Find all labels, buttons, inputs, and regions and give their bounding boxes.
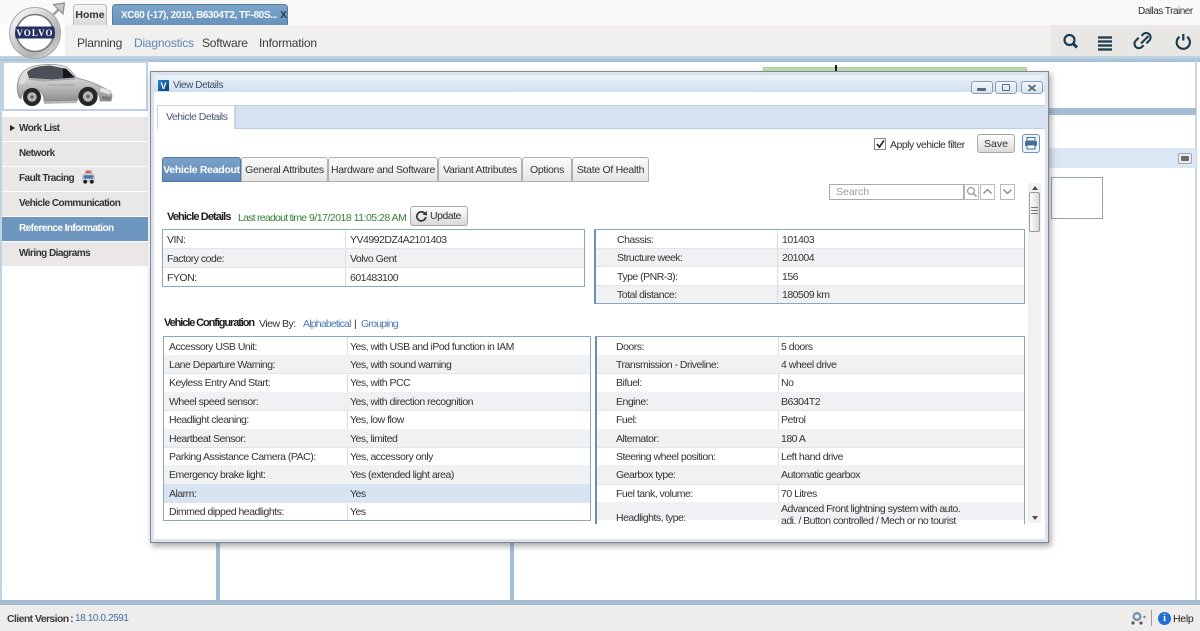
svg-text:VOLVO: VOLVO (16, 28, 53, 38)
svg-text:V: V (160, 81, 166, 91)
